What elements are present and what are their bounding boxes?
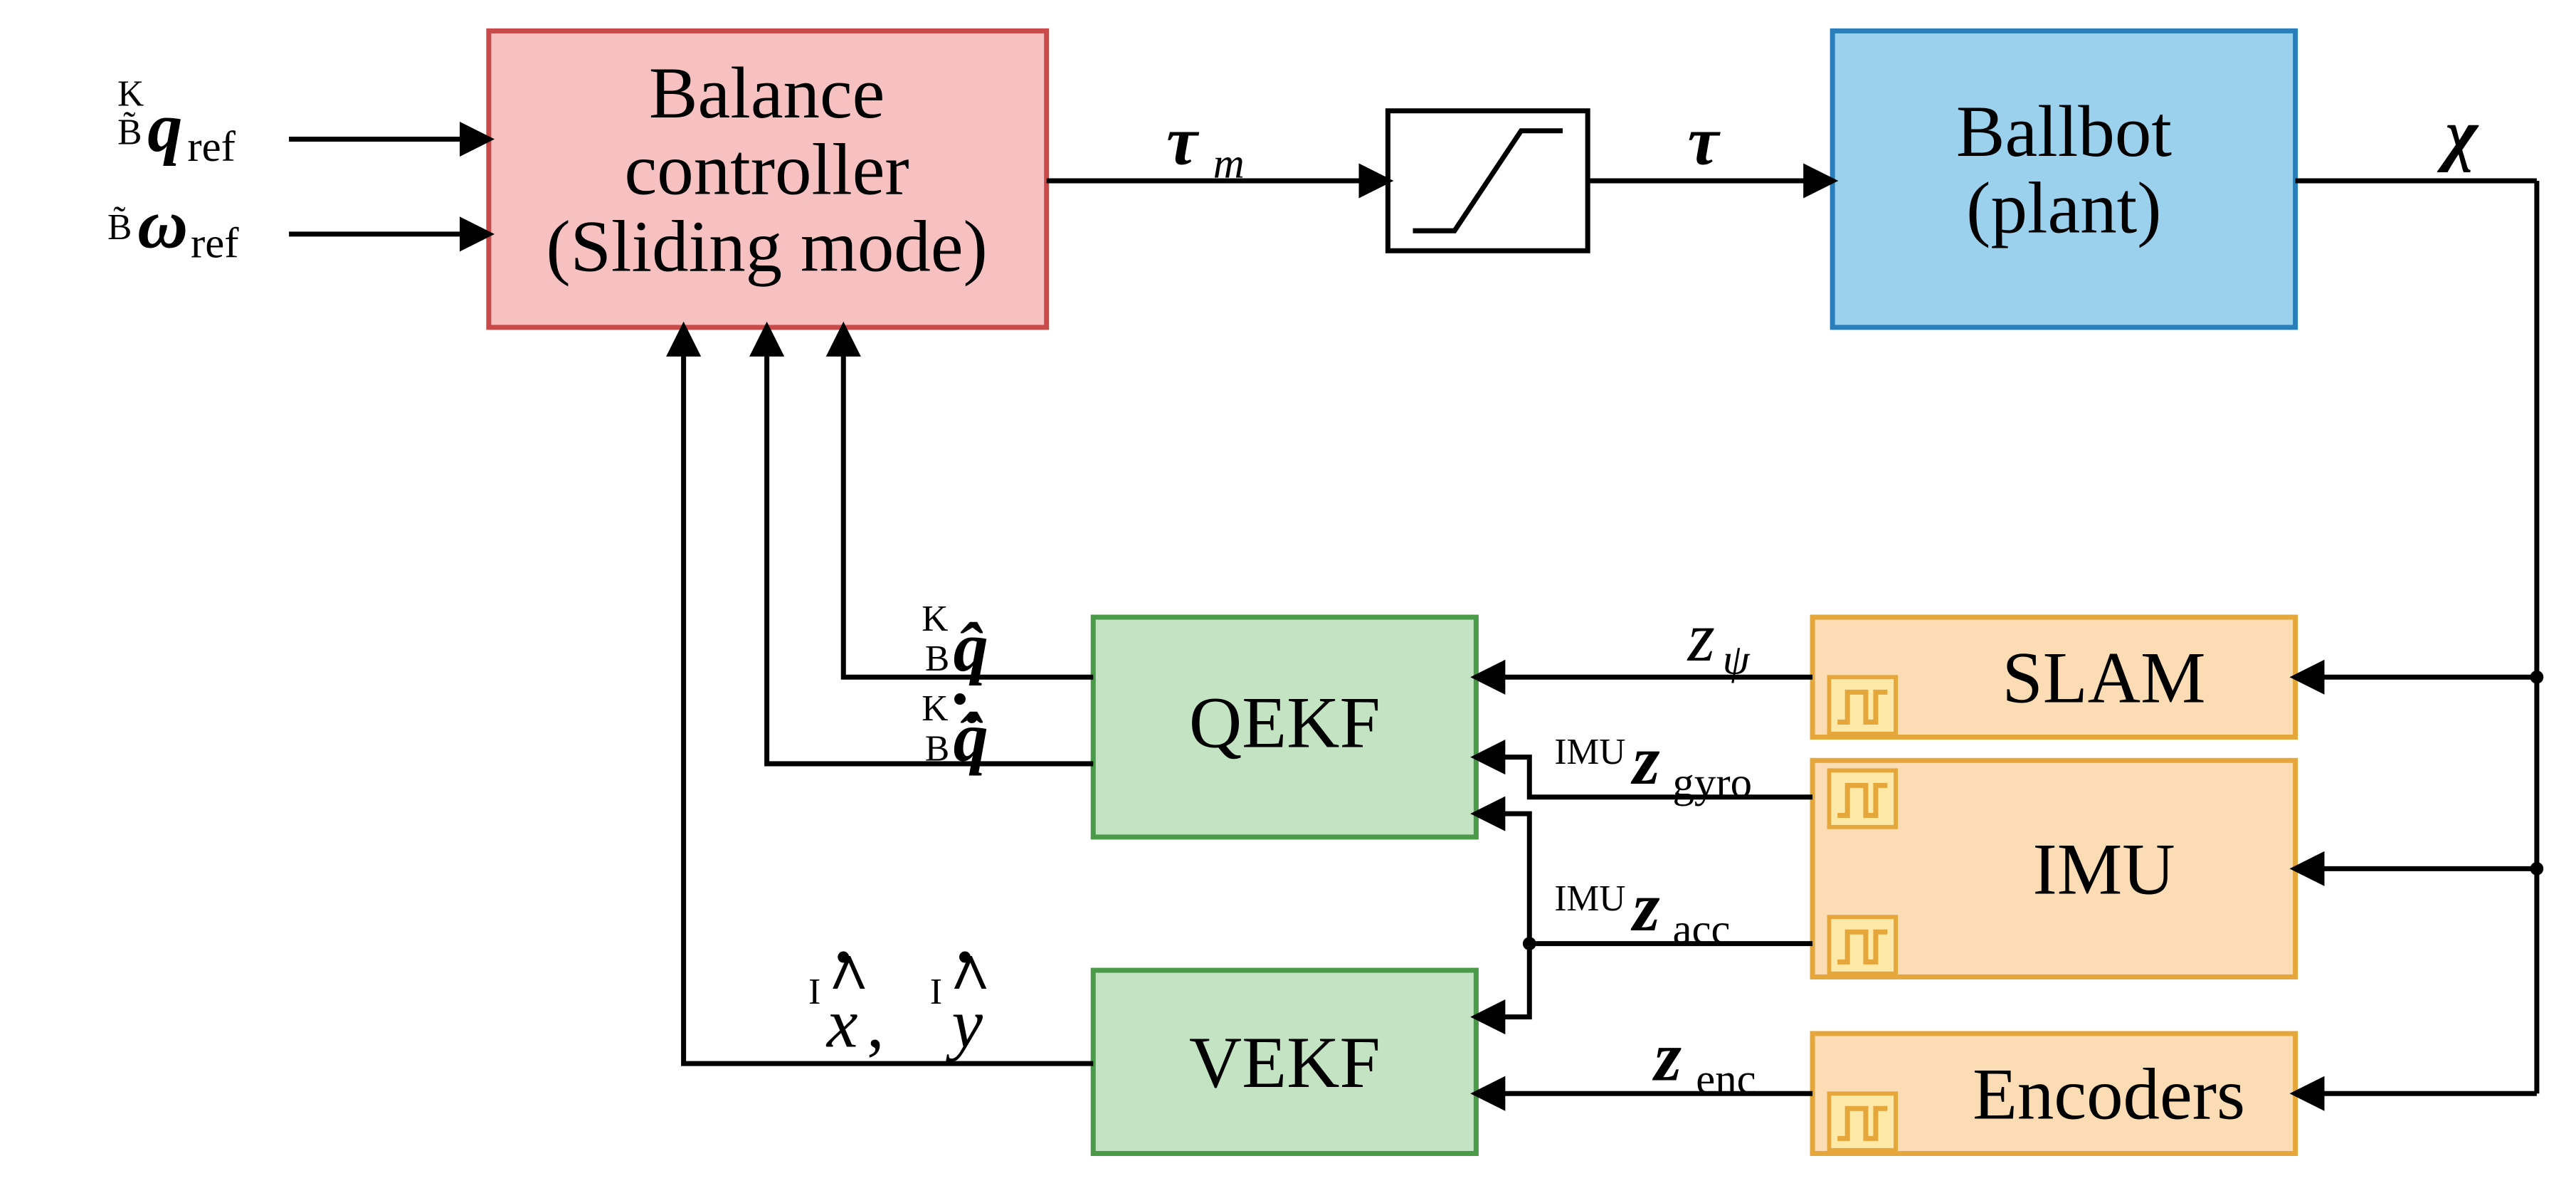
zpsi-sub: ψ bbox=[1723, 636, 1751, 684]
slam-label: SLAM bbox=[2002, 637, 2206, 718]
comma: , bbox=[867, 985, 885, 1063]
zacc-body: z bbox=[1630, 868, 1659, 946]
omegaref-body: ω bbox=[137, 186, 188, 263]
yhat-dot: · bbox=[954, 918, 977, 996]
wire-zacc-vekf bbox=[1476, 944, 1529, 1017]
imu-pulse-box2 bbox=[1829, 917, 1896, 974]
zenc-body: z bbox=[1652, 1019, 1682, 1096]
zgyro-body: z bbox=[1630, 722, 1659, 799]
zpsi-body: z bbox=[1686, 599, 1715, 676]
taum-sub: m bbox=[1213, 140, 1245, 187]
taum-body: τ bbox=[1166, 103, 1200, 180]
qdothat-pre-top: K bbox=[922, 688, 948, 729]
ballbot-line2: (plant) bbox=[1966, 168, 2161, 249]
block-diagram: Balance controller (Sliding mode) Ballbo… bbox=[14, 14, 2562, 1180]
qhat-pre-bot: B bbox=[925, 639, 949, 679]
qdothat-body: q̂̇ bbox=[954, 698, 988, 776]
junction bbox=[2530, 862, 2544, 876]
slam-pulse-box bbox=[1829, 677, 1896, 734]
balance-line1: Balance bbox=[649, 53, 885, 134]
xhat-dot: · bbox=[832, 918, 855, 996]
zgyro-pre: IMU bbox=[1554, 732, 1625, 772]
qref-body: q bbox=[147, 89, 182, 167]
zenc-sub: enc bbox=[1696, 1056, 1756, 1103]
zacc-sub: acc bbox=[1673, 906, 1731, 954]
qekf-label: QEKF bbox=[1189, 683, 1381, 764]
omegaref-sub: ref bbox=[191, 220, 239, 268]
qref-sub: ref bbox=[187, 123, 236, 171]
junction bbox=[1523, 937, 1536, 950]
imu-pulse-box1 bbox=[1829, 770, 1896, 827]
balance-line2: controller bbox=[625, 130, 909, 211]
imu-label: IMU bbox=[2032, 829, 2175, 910]
ballbot-line1: Ballbot bbox=[1956, 91, 2172, 172]
qdothat-pre-bot: B bbox=[925, 728, 949, 769]
encoders-label: Encoders bbox=[1973, 1053, 2245, 1135]
tau-body: τ bbox=[1688, 103, 1721, 180]
balance-line3: (Sliding mode) bbox=[546, 206, 987, 287]
vekf-label: VEKF bbox=[1189, 1022, 1381, 1103]
wire-xydothat bbox=[684, 327, 1094, 1063]
qref-pre-bot: B̃ bbox=[117, 112, 142, 152]
zgyro-sub: gyro bbox=[1673, 760, 1752, 807]
zacc-pre: IMU bbox=[1554, 878, 1625, 919]
xdot-pre: I bbox=[808, 972, 820, 1012]
junction bbox=[2530, 671, 2544, 684]
chi-body: χ bbox=[2437, 95, 2479, 173]
omegaref-pre: B̃ bbox=[107, 207, 132, 248]
enc-pulse-box bbox=[1829, 1093, 1896, 1150]
qhat-pre-top: K bbox=[922, 599, 948, 639]
qref-pre-top: K bbox=[117, 74, 144, 115]
ydot-pre: I bbox=[930, 972, 942, 1012]
